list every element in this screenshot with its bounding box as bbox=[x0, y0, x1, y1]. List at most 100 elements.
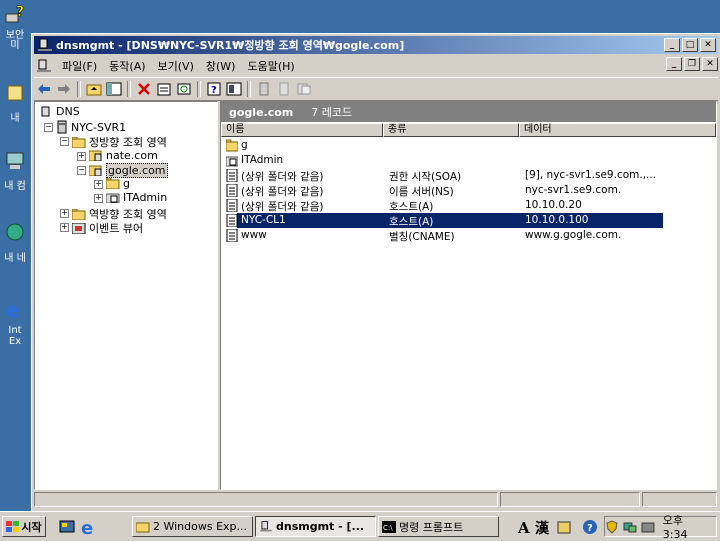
table-row[interactable]: ITAdmin bbox=[223, 153, 694, 168]
volume-icon[interactable] bbox=[641, 520, 655, 534]
tree-node-subdomain-g[interactable]: g bbox=[106, 177, 130, 190]
desktop-icon-label: 내 bbox=[10, 113, 20, 124]
back-button[interactable] bbox=[34, 80, 54, 98]
task-command-prompt[interactable]: C:\ 명령 프롬프트 bbox=[378, 516, 499, 537]
table-row[interactable]: www 별칭(CNAME) www.g.gogle.com. bbox=[223, 228, 694, 243]
ime-mode-icon[interactable]: A bbox=[517, 519, 533, 535]
collapse-toggle[interactable]: − bbox=[77, 166, 86, 175]
forward-button[interactable] bbox=[54, 80, 74, 98]
table-row[interactable]: (상위 폴더와 같음) 호스트(A) 10.10.0.20 bbox=[223, 198, 694, 213]
cell-type: 권한 시작(SOA) bbox=[389, 171, 462, 183]
svg-text:?: ? bbox=[587, 523, 593, 534]
record3-button[interactable] bbox=[294, 80, 314, 98]
table-row[interactable]: (상위 폴더와 같음) 권한 시작(SOA) [9], nyc-svr1.se9… bbox=[223, 168, 694, 183]
tree-node-event-viewer[interactable]: 이벤트 뷰어 bbox=[72, 220, 143, 236]
mdi-close-button[interactable]: ✕ bbox=[702, 57, 718, 71]
collapse-toggle[interactable]: − bbox=[60, 137, 69, 146]
zone-icon bbox=[89, 165, 102, 176]
tree-node-zone-gogle[interactable]: gogle.com bbox=[89, 163, 168, 178]
show-tree-icon bbox=[106, 82, 122, 96]
desktop-icon-security[interactable]: ? 보안 미 bbox=[0, 4, 30, 51]
dnsmgmt-window: dnsmgmt - [DNS₩NYC-SVR1₩정방향 조회 영역₩gogle.… bbox=[31, 33, 720, 511]
task-windows-explorer[interactable]: 2 Windows Exp... bbox=[132, 516, 253, 537]
record2-icon bbox=[279, 82, 289, 96]
desktop-icon-label: 내 컴 bbox=[4, 181, 26, 192]
table-row[interactable]: (상위 폴더와 같음) 이름 서버(NS) nyc-svr1.se9.com. bbox=[223, 183, 694, 198]
toolbar-separator bbox=[247, 81, 251, 97]
maximize-button[interactable]: □ bbox=[682, 38, 698, 52]
task-dnsmgmt[interactable]: dnsmgmt - [... bbox=[255, 516, 376, 537]
record-icon bbox=[226, 229, 238, 242]
menu-action[interactable]: 동작(A) bbox=[103, 58, 151, 74]
expand-toggle[interactable]: + bbox=[60, 209, 69, 218]
minimize-button[interactable]: _ bbox=[664, 38, 680, 52]
expand-toggle[interactable]: + bbox=[94, 194, 103, 203]
up-folder-icon bbox=[86, 84, 102, 96]
menu-window[interactable]: 창(W) bbox=[200, 58, 242, 74]
tree-node-zone-nate[interactable]: nate.com bbox=[89, 149, 158, 162]
desktop-icon-network[interactable]: 내 네 bbox=[0, 222, 30, 264]
cell-data: www.g.gogle.com. bbox=[525, 229, 622, 241]
tree-label: 이벤트 뷰어 bbox=[89, 222, 144, 235]
collapse-toggle[interactable]: − bbox=[44, 123, 53, 132]
help-button[interactable]: ? bbox=[204, 80, 224, 98]
network-tray-icon[interactable] bbox=[623, 520, 637, 534]
export-button[interactable] bbox=[224, 80, 244, 98]
tree-node-dns[interactable]: DNS bbox=[39, 105, 80, 118]
record2-button[interactable] bbox=[274, 80, 294, 98]
record-button[interactable] bbox=[254, 80, 274, 98]
ime-pad-icon[interactable] bbox=[556, 519, 572, 535]
up-folder-button[interactable] bbox=[84, 80, 104, 98]
tree-node-delegation-itadmin[interactable]: ITAdmin bbox=[106, 191, 167, 204]
cell-type: 호스트(A) bbox=[389, 201, 434, 213]
column-header-type[interactable]: 종류 bbox=[383, 123, 519, 137]
menu-file[interactable]: 파일(F) bbox=[56, 58, 103, 74]
menu-view[interactable]: 보기(V) bbox=[152, 58, 200, 74]
cell-name: (상위 폴더와 같음) bbox=[241, 201, 324, 213]
table-row[interactable]: g bbox=[223, 138, 694, 153]
svg-text:?: ? bbox=[211, 85, 217, 96]
title-bar[interactable]: dnsmgmt - [DNS₩NYC-SVR1₩정방향 조회 영역₩gogle.… bbox=[34, 36, 718, 54]
table-row-selected[interactable]: NYC-CL1 호스트(A) 10.10.0.100 bbox=[236, 212, 664, 229]
expand-toggle[interactable]: + bbox=[94, 180, 103, 189]
cell-type: 별칭(CNAME) bbox=[389, 231, 455, 243]
expand-toggle[interactable]: + bbox=[60, 223, 69, 232]
desktop-icon-computer[interactable]: 내 컴 bbox=[0, 150, 30, 192]
clock[interactable]: 오후 3:34 bbox=[663, 512, 711, 541]
dns-app-icon bbox=[260, 521, 272, 532]
start-button[interactable]: 시작 bbox=[2, 516, 46, 537]
mdi-minimize-button[interactable]: _ bbox=[666, 57, 682, 71]
console-tree[interactable]: DNS − NYC-SVR1 − 정방향 조회 영역 + nate.com − … bbox=[34, 101, 218, 490]
properties-button[interactable] bbox=[154, 80, 174, 98]
expand-toggle[interactable]: + bbox=[77, 152, 86, 161]
documents-icon bbox=[7, 85, 23, 101]
show-desktop-icon[interactable] bbox=[58, 518, 76, 536]
cell-name: www bbox=[241, 229, 267, 241]
mdi-restore-button[interactable]: ❐ bbox=[684, 57, 700, 71]
column-header-data[interactable]: 데이터 bbox=[519, 123, 716, 137]
refresh-icon bbox=[177, 83, 191, 95]
cell-data: 10.10.0.20 bbox=[525, 199, 582, 211]
refresh-button[interactable] bbox=[174, 80, 194, 98]
desktop-icon-ie[interactable]: e Int Ex bbox=[0, 298, 30, 347]
console-icon[interactable] bbox=[36, 58, 52, 74]
delete-button[interactable] bbox=[134, 80, 154, 98]
record-icon bbox=[259, 82, 269, 96]
tree-node-server[interactable]: NYC-SVR1 bbox=[57, 120, 126, 134]
help-circle-icon[interactable]: ? bbox=[582, 519, 598, 535]
delete-icon bbox=[138, 83, 150, 95]
tree-node-forward-zones[interactable]: 정방향 조회 영역 bbox=[72, 134, 167, 150]
details-header: gogle.com 7 레코드 bbox=[221, 102, 716, 122]
security-shield-icon[interactable] bbox=[605, 519, 619, 534]
close-button[interactable]: ✕ bbox=[700, 38, 716, 52]
task-label: 명령 프롬프트 bbox=[399, 520, 464, 534]
desktop-icon-documents[interactable]: 내 bbox=[0, 82, 30, 124]
ie-icon[interactable]: e bbox=[80, 518, 98, 536]
toolbar-separator bbox=[197, 81, 201, 97]
menu-help[interactable]: 도움말(H) bbox=[241, 58, 300, 74]
start-label: 시작 bbox=[21, 520, 42, 534]
column-header-name[interactable]: 이름 bbox=[221, 123, 383, 137]
status-pane bbox=[500, 492, 640, 507]
show-tree-button[interactable] bbox=[104, 80, 124, 98]
hanja-icon[interactable]: 漢 bbox=[535, 519, 551, 535]
